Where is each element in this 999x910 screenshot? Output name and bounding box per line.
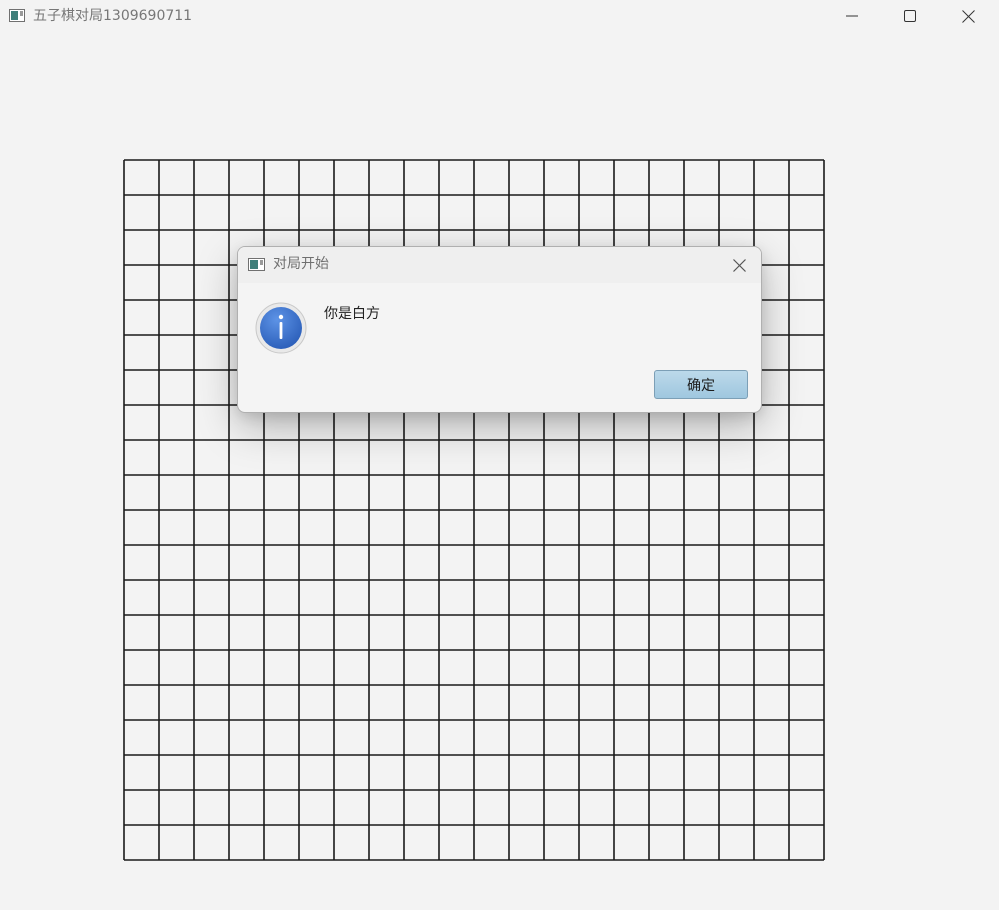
ok-button[interactable]: 确定 xyxy=(654,370,748,399)
maximize-button[interactable] xyxy=(881,0,939,32)
dialog-app-icon xyxy=(248,258,265,271)
info-icon xyxy=(255,302,307,354)
start-dialog: 对局开始 你是白方 确定 xyxy=(237,246,762,413)
dialog-titlebar: 对局开始 xyxy=(238,247,761,283)
dialog-close-button[interactable] xyxy=(724,250,754,280)
close-icon xyxy=(961,9,975,23)
game-window: 五子棋对局1309690711 对局开始 你是白方 确定 xyxy=(0,0,999,910)
close-icon xyxy=(732,258,746,272)
app-icon xyxy=(9,9,25,22)
dialog-message: 你是白方 xyxy=(324,306,380,322)
maximize-icon xyxy=(904,10,916,22)
close-button[interactable] xyxy=(939,0,997,32)
minimize-button[interactable] xyxy=(823,0,881,32)
minimize-icon xyxy=(846,15,858,17)
window-title: 五子棋对局1309690711 xyxy=(33,8,193,24)
window-titlebar: 五子棋对局1309690711 xyxy=(0,0,999,32)
dialog-title: 对局开始 xyxy=(273,256,329,272)
